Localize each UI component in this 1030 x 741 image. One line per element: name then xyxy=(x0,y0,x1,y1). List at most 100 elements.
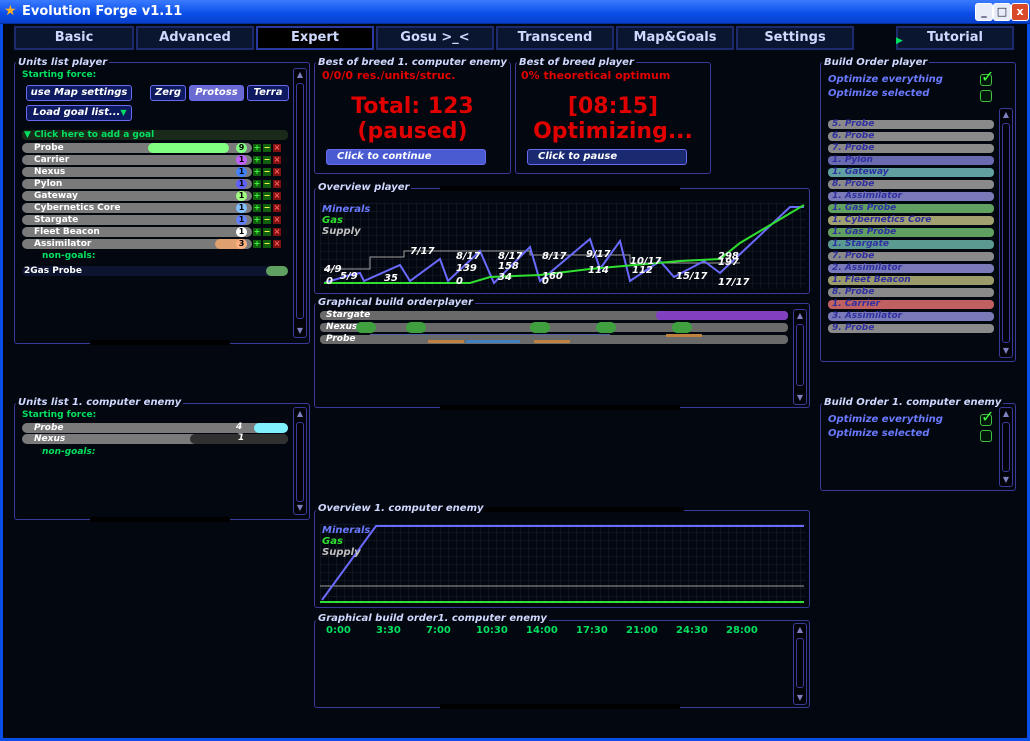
unit-row[interactable]: Gateway xyxy=(22,191,252,201)
minus-icon[interactable]: − xyxy=(263,168,271,176)
scroll-up-icon[interactable]: ▲ xyxy=(795,311,805,321)
plus-icon[interactable]: + xyxy=(253,204,261,212)
unit-row[interactable]: Nexus xyxy=(22,167,252,177)
tab-gosu[interactable]: Gosu >_< xyxy=(376,26,494,50)
build-order-item[interactable]: 8. Probe xyxy=(828,180,994,189)
units-player-scrollbar[interactable]: ▲ ▼ xyxy=(293,68,307,338)
units-enemy-scrollbar[interactable]: ▲ ▼ xyxy=(293,407,307,515)
build-order-item[interactable]: 1. Carrier xyxy=(828,300,994,309)
scroll-down-icon[interactable]: ▼ xyxy=(795,693,805,703)
remove-icon[interactable]: × xyxy=(273,168,281,176)
scroll-down-icon[interactable]: ▼ xyxy=(295,503,305,513)
unit-row[interactable]: Stargate xyxy=(22,215,252,225)
scroll-down-icon[interactable]: ▼ xyxy=(295,326,305,336)
scroll-up-icon[interactable]: ▲ xyxy=(1001,409,1011,419)
optimize-selected-checkbox[interactable] xyxy=(980,430,992,442)
build-order-item[interactable]: 1. Cybernetics Core xyxy=(828,216,994,225)
minus-icon[interactable]: − xyxy=(263,216,271,224)
scroll-thumb[interactable] xyxy=(796,324,804,386)
continue-button[interactable]: Click to continue xyxy=(326,149,486,165)
plus-icon[interactable]: + xyxy=(253,156,261,164)
scroll-down-icon[interactable]: ▼ xyxy=(1001,475,1011,485)
minus-icon[interactable]: − xyxy=(263,240,271,248)
scroll-thumb[interactable] xyxy=(1002,123,1010,343)
minus-icon[interactable]: − xyxy=(263,180,271,188)
add-goal-row[interactable]: ▼ Click here to add a goal xyxy=(22,130,288,140)
build-order-item[interactable]: 6. Probe xyxy=(828,132,994,141)
optimize-everything-checkbox[interactable]: ✓ xyxy=(980,67,994,86)
build-order-item[interactable]: 5. Probe xyxy=(828,120,994,129)
remove-icon[interactable]: × xyxy=(273,180,281,188)
plus-icon[interactable]: + xyxy=(253,228,261,236)
build-order-item[interactable]: 2. Assimilator xyxy=(828,264,994,273)
minus-icon[interactable]: − xyxy=(263,156,271,164)
remove-icon[interactable]: × xyxy=(273,216,281,224)
plus-icon[interactable]: + xyxy=(253,180,261,188)
plus-icon[interactable]: + xyxy=(253,240,261,248)
scroll-up-icon[interactable]: ▲ xyxy=(1001,110,1011,120)
tab-tutorial[interactable]: Tutorial xyxy=(896,26,1014,50)
remove-icon[interactable]: × xyxy=(273,240,281,248)
plus-icon[interactable]: + xyxy=(253,192,261,200)
gbo-enemy-scrollbar[interactable]: ▲ ▼ xyxy=(793,623,807,705)
build-order-scrollbar[interactable]: ▲ ▼ xyxy=(999,108,1013,358)
plus-icon[interactable]: + xyxy=(253,168,261,176)
build-order-item[interactable]: 1. Assimilator xyxy=(828,192,994,201)
unit-row[interactable]: Cybernetics Core xyxy=(22,203,252,213)
non-goal-row[interactable]: 2Gas Probe xyxy=(22,266,288,276)
optimize-selected-checkbox[interactable] xyxy=(980,90,992,102)
unit-row[interactable]: Fleet Beacon xyxy=(22,227,252,237)
close-button[interactable]: x xyxy=(1011,3,1029,21)
load-goal-list-dropdown[interactable]: Load goal list...▼ xyxy=(26,105,132,121)
race-zerg-button[interactable]: Zerg xyxy=(150,85,186,101)
minus-icon[interactable]: − xyxy=(263,192,271,200)
tab-settings[interactable]: Settings xyxy=(736,26,854,50)
build-order-enemy-scrollbar[interactable]: ▲ ▼ xyxy=(999,407,1013,487)
scroll-down-icon[interactable]: ▼ xyxy=(1001,346,1011,356)
tab-basic[interactable]: Basic xyxy=(14,26,134,50)
build-order-item[interactable]: 7. Probe xyxy=(828,252,994,261)
unit-row[interactable]: Carrier xyxy=(22,155,252,165)
tab-map-goals[interactable]: Map&Goals xyxy=(616,26,734,50)
build-order-item[interactable]: 1. Stargate xyxy=(828,240,994,249)
build-order-item[interactable]: 1. Pylon xyxy=(828,156,994,165)
scroll-thumb[interactable] xyxy=(296,83,304,319)
race-terra-button[interactable]: Terra xyxy=(247,85,289,101)
build-order-item[interactable]: 7. Probe xyxy=(828,144,994,153)
scroll-thumb[interactable] xyxy=(796,638,804,688)
build-order-item[interactable]: 1. Gas Probe xyxy=(828,204,994,213)
tab-expert[interactable]: Expert xyxy=(256,26,374,50)
minimize-button[interactable]: _ xyxy=(975,3,993,21)
remove-icon[interactable]: × xyxy=(273,192,281,200)
minus-icon[interactable]: − xyxy=(263,228,271,236)
minus-icon[interactable]: − xyxy=(263,204,271,212)
scroll-up-icon[interactable]: ▲ xyxy=(795,625,805,635)
use-map-settings-button[interactable]: use Map settings xyxy=(26,85,132,101)
remove-icon[interactable]: × xyxy=(273,204,281,212)
remove-icon[interactable]: × xyxy=(273,144,281,152)
build-order-item[interactable]: 1. Fleet Beacon xyxy=(828,276,994,285)
race-protoss-button[interactable]: Protoss xyxy=(189,85,244,101)
build-order-item[interactable]: 8. Probe xyxy=(828,288,994,297)
enemy-unit-row[interactable]: Probe xyxy=(22,423,288,433)
scroll-up-icon[interactable]: ▲ xyxy=(295,409,305,419)
remove-icon[interactable]: × xyxy=(273,156,281,164)
title-bar[interactable]: ★ Evolution Forge v1.11 _ □ x xyxy=(0,0,1030,24)
scroll-thumb[interactable] xyxy=(296,422,304,502)
gbo-player-scrollbar[interactable]: ▲ ▼ xyxy=(793,309,807,405)
minus-icon[interactable]: − xyxy=(263,144,271,152)
scroll-thumb[interactable] xyxy=(1002,422,1010,472)
plus-icon[interactable]: + xyxy=(253,216,261,224)
pause-button[interactable]: Click to pause xyxy=(527,149,687,165)
optimize-everything-checkbox[interactable]: ✓ xyxy=(980,407,994,426)
scroll-up-icon[interactable]: ▲ xyxy=(295,70,305,80)
build-order-item[interactable]: 1. Gas Probe xyxy=(828,228,994,237)
unit-row[interactable]: Pylon xyxy=(22,179,252,189)
build-order-item[interactable]: 9. Probe xyxy=(828,324,994,333)
build-order-item[interactable]: 3. Assimilator xyxy=(828,312,994,321)
build-order-item[interactable]: 1. Gateway xyxy=(828,168,994,177)
maximize-button[interactable]: □ xyxy=(993,3,1011,21)
scroll-down-icon[interactable]: ▼ xyxy=(795,393,805,403)
plus-icon[interactable]: + xyxy=(253,144,261,152)
tab-advanced[interactable]: Advanced xyxy=(136,26,254,50)
